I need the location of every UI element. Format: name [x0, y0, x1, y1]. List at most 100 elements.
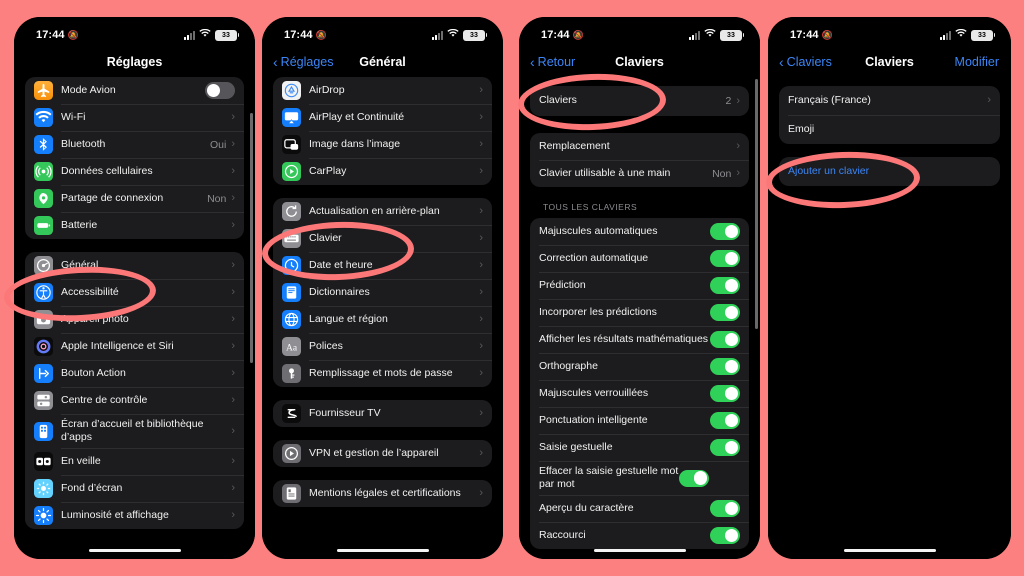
row-emoji[interactable]: Emoji [779, 115, 1000, 144]
battery-indicator: 33 [720, 29, 744, 41]
row-fond-ecran[interactable]: Fond d’écran › [25, 475, 244, 502]
battery-indicator: 33 [463, 29, 487, 41]
row-prediction[interactable]: Prédiction [530, 272, 749, 299]
row-vpn-gestion-appareil[interactable]: VPN et gestion de l’appareil › [273, 440, 492, 467]
row-airdrop[interactable]: AirDrop › [273, 77, 492, 104]
edit-button[interactable]: Modifier [955, 55, 999, 69]
row-apercu-du-caractere[interactable]: Aperçu du caractère [530, 495, 749, 522]
row-date-et-heure[interactable]: Date et heure › [273, 252, 492, 279]
chevron-right-icon: › [231, 138, 235, 150]
cellular-signal-icon [184, 30, 195, 40]
row-label: VPN et gestion de l’appareil [309, 446, 439, 459]
row-claviers[interactable]: Claviers 2 › [530, 86, 749, 116]
row-label: Écran d’accueil et bibliothèque d’apps [61, 418, 204, 444]
row-clavier[interactable]: Clavier › [273, 225, 492, 252]
row-partage-de-connexion[interactable]: Partage de connexion Non › [25, 185, 244, 212]
row-francais-france[interactable]: Français (France) › [779, 86, 1000, 115]
scrollbar[interactable] [755, 79, 758, 329]
row-label: Mode Avion [61, 83, 116, 96]
settings-list: Mode Avion Wi-Fi › Bluetooth Oui › Donné… [14, 77, 255, 530]
row-bluetooth[interactable]: Bluetooth Oui › [25, 131, 244, 158]
toggle-incorporer-predictions[interactable] [710, 304, 740, 321]
row-actualisation-arriere-plan[interactable]: Actualisation en arrière-plan › [273, 198, 492, 225]
toggle-effacer-saisie-gestuelle[interactable] [679, 469, 709, 487]
chevron-right-icon: › [479, 487, 483, 499]
row-label: Polices [309, 339, 343, 352]
dictionary-icon [282, 283, 301, 302]
row-dictionnaires[interactable]: Dictionnaires › [273, 279, 492, 306]
back-button[interactable]: ‹ Réglages [262, 55, 334, 69]
toggle-apercu-du-caractere[interactable] [710, 500, 740, 518]
scrollbar[interactable] [250, 113, 253, 363]
row-appareil-photo[interactable]: Appareil photo › [25, 306, 244, 333]
row-general[interactable]: Général › [25, 252, 244, 279]
toggle-saisie-gestuelle[interactable] [710, 439, 740, 456]
row-label: Claviers [539, 94, 577, 107]
row-label: Correction automatique [539, 251, 649, 264]
row-correction-automatique[interactable]: Correction automatique [530, 245, 749, 272]
chevron-right-icon: › [479, 84, 483, 96]
row-bouton-action[interactable]: Bouton Action › [25, 360, 244, 387]
row-saisie-gestuelle[interactable]: Saisie gestuelle [530, 434, 749, 461]
row-wifi[interactable]: Wi-Fi › [25, 104, 244, 131]
row-incorporer-predictions[interactable]: Incorporer les prédictions [530, 299, 749, 326]
bell-slash-icon: 🔕 [572, 29, 584, 40]
airplane-mode-toggle[interactable] [205, 82, 235, 99]
status-bar: 17:44 🔕 33 [262, 17, 503, 47]
row-majuscules-automatiques[interactable]: Majuscules automatiques [530, 218, 749, 245]
row-batterie[interactable]: Batterie › [25, 212, 244, 239]
back-button[interactable]: ‹ Claviers [768, 55, 832, 69]
status-time: 17:44 [541, 29, 570, 41]
toggle-raccourci[interactable] [710, 527, 740, 545]
row-apple-intelligence-siri[interactable]: Apple Intelligence et Siri › [25, 333, 244, 360]
back-button[interactable]: ‹ Retour [519, 55, 575, 69]
row-en-veille[interactable]: En veille › [25, 448, 244, 475]
action-button-icon [34, 364, 53, 383]
row-fournisseur-tv[interactable]: Fournisseur TV › [273, 400, 492, 427]
row-ponctuation-intelligente[interactable]: Ponctuation intelligente [530, 407, 749, 434]
row-centre-de-controle[interactable]: Centre de contrôle › [25, 387, 244, 414]
row-carplay[interactable]: CarPlay › [273, 158, 492, 185]
toggle-prediction[interactable] [710, 277, 740, 294]
toggle-correction-automatique[interactable] [710, 250, 740, 267]
brightness-icon [34, 506, 53, 526]
toggle-ponctuation-intelligente[interactable] [710, 412, 740, 429]
row-label: Centre de contrôle [61, 393, 148, 406]
row-donnees-cellulaires[interactable]: Données cellulaires › [25, 158, 244, 185]
chevron-right-icon: › [231, 165, 235, 177]
airplane-icon [34, 81, 53, 100]
toggle-majuscules-verrouillees[interactable] [710, 385, 740, 402]
home-indicator [843, 548, 936, 552]
row-langue-et-region[interactable]: Langue et région › [273, 306, 492, 333]
row-remplissage-mots-de-passe[interactable]: Remplissage et mots de passe › [273, 360, 492, 387]
row-ecran-accueil[interactable]: Écran d’accueil et bibliothèque d’apps › [25, 414, 244, 448]
row-resultats-mathematiques[interactable]: Afficher les résultats mathématiques [530, 326, 749, 353]
row-label: Français (France) [788, 93, 871, 106]
row-luminosite-affichage[interactable]: Luminosité et affichage › [25, 502, 244, 529]
row-airplay-continuite[interactable]: AirPlay et Continuité › [273, 104, 492, 131]
row-label: Date et heure [309, 258, 373, 271]
chevron-right-icon: › [987, 94, 991, 106]
home-indicator [88, 548, 181, 552]
chevron-left-icon: ‹ [779, 54, 784, 70]
row-label: Appareil photo [61, 312, 129, 325]
row-accessibilite[interactable]: Accessibilité › [25, 279, 244, 306]
row-mode-avion[interactable]: Mode Avion [25, 77, 244, 104]
row-ajouter-un-clavier[interactable]: Ajouter un clavier [779, 157, 1000, 186]
row-raccourci[interactable]: Raccourci [530, 522, 749, 549]
row-polices[interactable]: Aa Polices › [273, 333, 492, 360]
toggle-majuscules-automatiques[interactable] [710, 223, 740, 240]
row-clavier-une-main[interactable]: Clavier utilisable à une main Non › [530, 160, 749, 187]
row-orthographe[interactable]: Orthographe [530, 353, 749, 380]
row-label: Général [61, 258, 99, 271]
toggle-resultats-mathematiques[interactable] [710, 331, 740, 348]
row-mentions-legales[interactable]: Mentions légales et certifications › [273, 480, 492, 507]
home-indicator [593, 548, 686, 552]
chevron-right-icon: › [231, 286, 235, 298]
toggle-orthographe[interactable] [710, 358, 740, 375]
row-image-dans-image[interactable]: Image dans l’image › [273, 131, 492, 158]
row-remplacement[interactable]: Remplacement › [530, 133, 749, 160]
row-effacer-saisie-gestuelle[interactable]: Effacer la saisie gestuelle mot par mot [530, 461, 749, 495]
row-majuscules-verrouillees[interactable]: Majuscules verrouillées [530, 380, 749, 407]
hotspot-icon [34, 189, 53, 208]
